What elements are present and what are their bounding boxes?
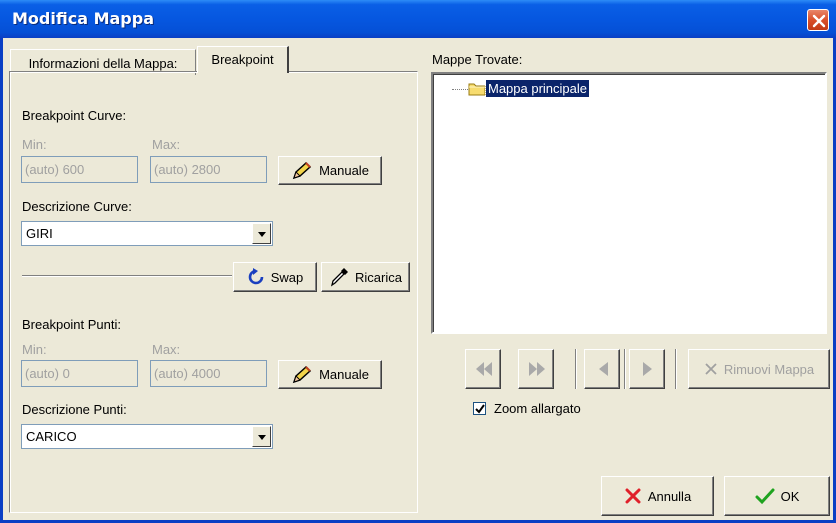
points-manual-label: Manuale — [319, 367, 369, 382]
curve-section-label: Breakpoint Curve: — [22, 108, 127, 123]
ok-label: OK — [780, 488, 800, 504]
reload-label: Ricarica — [355, 269, 402, 285]
close-icon — [705, 363, 717, 375]
zoom-label[interactable]: Zoom allargato — [494, 401, 581, 416]
tab-breakpoint[interactable]: Breakpoint — [197, 46, 289, 73]
swap-label: Swap — [270, 269, 304, 285]
points-desc-select[interactable]: CARICO — [21, 424, 273, 449]
curve-desc-label: Descrizione Curve: — [22, 199, 132, 214]
next-icon — [643, 362, 652, 376]
cancel-button[interactable]: Annulla — [601, 476, 714, 516]
title-bar[interactable]: Modifica Mappa — [0, 0, 836, 38]
zoom-checkbox[interactable] — [473, 402, 486, 415]
close-button[interactable] — [807, 9, 829, 31]
refresh-icon — [248, 268, 264, 285]
prev-icon — [599, 362, 608, 376]
curve-min-input[interactable]: (auto) 600 — [21, 156, 138, 183]
points-desc-value: CARICO — [26, 429, 77, 444]
nav-separator — [624, 349, 626, 389]
separator-line — [22, 275, 232, 277]
chevron-down-icon[interactable] — [252, 223, 271, 244]
cancel-label: Annulla — [647, 488, 692, 504]
points-max-label: Max: — [152, 342, 181, 357]
curve-manual-label: Manuale — [319, 163, 369, 178]
pencil-icon — [292, 161, 312, 179]
cross-icon — [625, 488, 641, 504]
points-max-input[interactable]: (auto) 4000 — [150, 360, 267, 387]
last-icon — [529, 362, 545, 376]
maps-tree[interactable]: Mappa principale — [431, 72, 827, 334]
curve-desc-select[interactable]: GIRI — [21, 221, 273, 246]
pencil-icon — [292, 365, 312, 383]
tree-item-main-map[interactable]: Mappa principale — [484, 79, 591, 98]
maps-found-label: Mappe Trovate: — [432, 52, 523, 67]
remove-map-button[interactable]: Rimuovi Mappa — [688, 349, 830, 389]
chevron-down-icon[interactable] — [252, 426, 271, 447]
points-manual-button[interactable]: Manuale — [278, 360, 382, 389]
curve-max-label: Max: — [152, 137, 181, 152]
remove-map-label: Rimuovi Mappa — [723, 361, 815, 377]
folder-icon — [468, 83, 486, 96]
nav-separator — [675, 349, 677, 389]
check-icon — [755, 488, 775, 505]
points-min-label: Min: — [22, 342, 47, 357]
last-map-button[interactable] — [518, 349, 554, 389]
swap-button[interactable]: Swap — [233, 262, 317, 292]
reload-button[interactable]: Ricarica — [321, 262, 410, 292]
curve-desc-value: GIRI — [26, 226, 53, 241]
points-min-input[interactable]: (auto) 0 — [21, 360, 138, 387]
next-map-button[interactable] — [629, 349, 665, 389]
curve-manual-button[interactable]: Manuale — [278, 156, 382, 185]
points-section-label: Breakpoint Punti: — [22, 317, 122, 332]
close-icon — [812, 14, 826, 28]
check-icon — [475, 404, 485, 414]
points-desc-label: Descrizione Punti: — [22, 402, 127, 417]
first-icon — [476, 362, 492, 376]
ok-button[interactable]: OK — [724, 476, 830, 516]
prev-map-button[interactable] — [584, 349, 620, 389]
curve-min-label: Min: — [22, 137, 47, 152]
window-title: Modifica Mappa — [12, 9, 154, 28]
nav-separator — [575, 349, 577, 389]
tree-connector — [452, 89, 468, 90]
dropper-icon — [330, 268, 349, 287]
curve-max-input[interactable]: (auto) 2800 — [150, 156, 267, 183]
first-map-button[interactable] — [465, 349, 501, 389]
